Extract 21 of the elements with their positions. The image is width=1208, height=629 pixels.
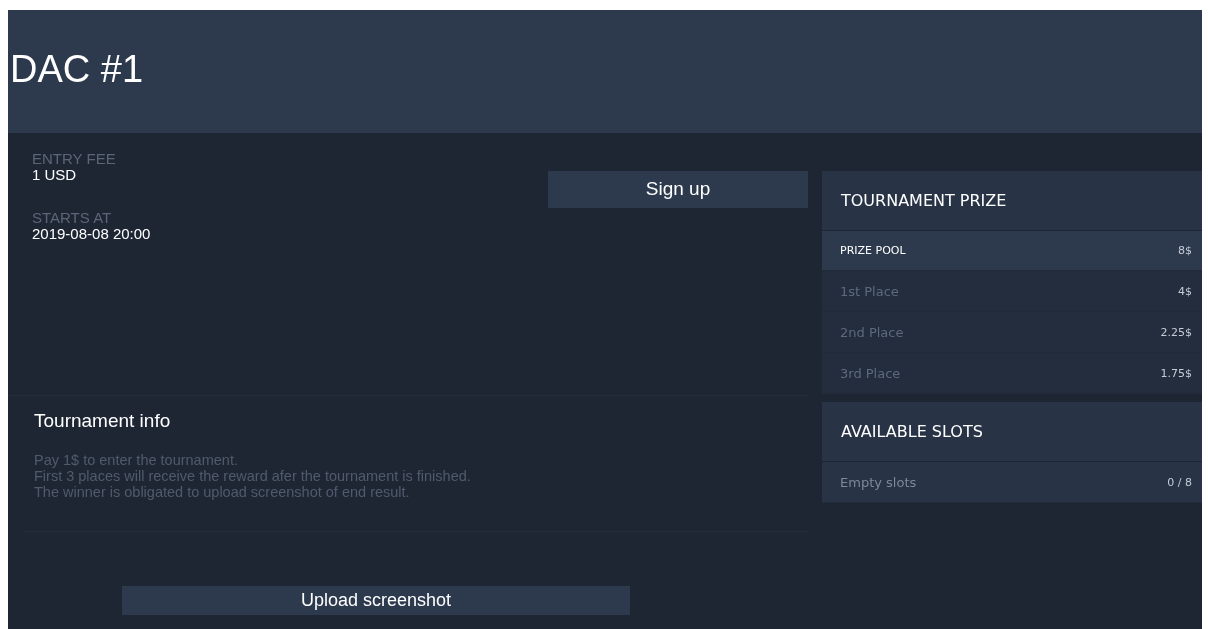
info-heading: Tournament info bbox=[34, 410, 172, 432]
row-value: 8$ bbox=[1178, 244, 1192, 257]
card-title: TOURNAMENT PRIZE bbox=[841, 191, 1007, 210]
detail-value: 2019-08-08 20:00 bbox=[32, 226, 152, 242]
row-value: 1.75$ bbox=[1160, 366, 1192, 380]
row-label: 3rd Place bbox=[840, 365, 901, 381]
upload-screenshot-button[interactable]: Upload screenshot bbox=[122, 586, 630, 615]
row-label: Empty slots bbox=[840, 474, 917, 490]
row-value: 0 / 8 bbox=[1167, 475, 1192, 489]
detail-value: 1 USD bbox=[32, 167, 78, 183]
detail-label: ENTRY FEE bbox=[32, 151, 117, 167]
row-value: 4$ bbox=[1178, 284, 1192, 298]
row-label: 1st Place bbox=[840, 283, 899, 299]
row-label: 2nd Place bbox=[840, 324, 904, 340]
sign-up-button[interactable]: Sign up bbox=[548, 171, 808, 208]
page-title: DAC #1 bbox=[10, 48, 144, 91]
info-text: Pay 1$ to enter the tournament. First 3 places will receive the reward afer the tournament is finished. The winner is obligated to upload screenshot of end result. bbox=[34, 452, 472, 500]
row-value: 2.25$ bbox=[1160, 325, 1192, 339]
card-title: AVAILABLE SLOTS bbox=[841, 422, 983, 441]
row-label: PRIZE POOL bbox=[840, 244, 906, 257]
detail-label: STARTS AT bbox=[32, 210, 113, 226]
